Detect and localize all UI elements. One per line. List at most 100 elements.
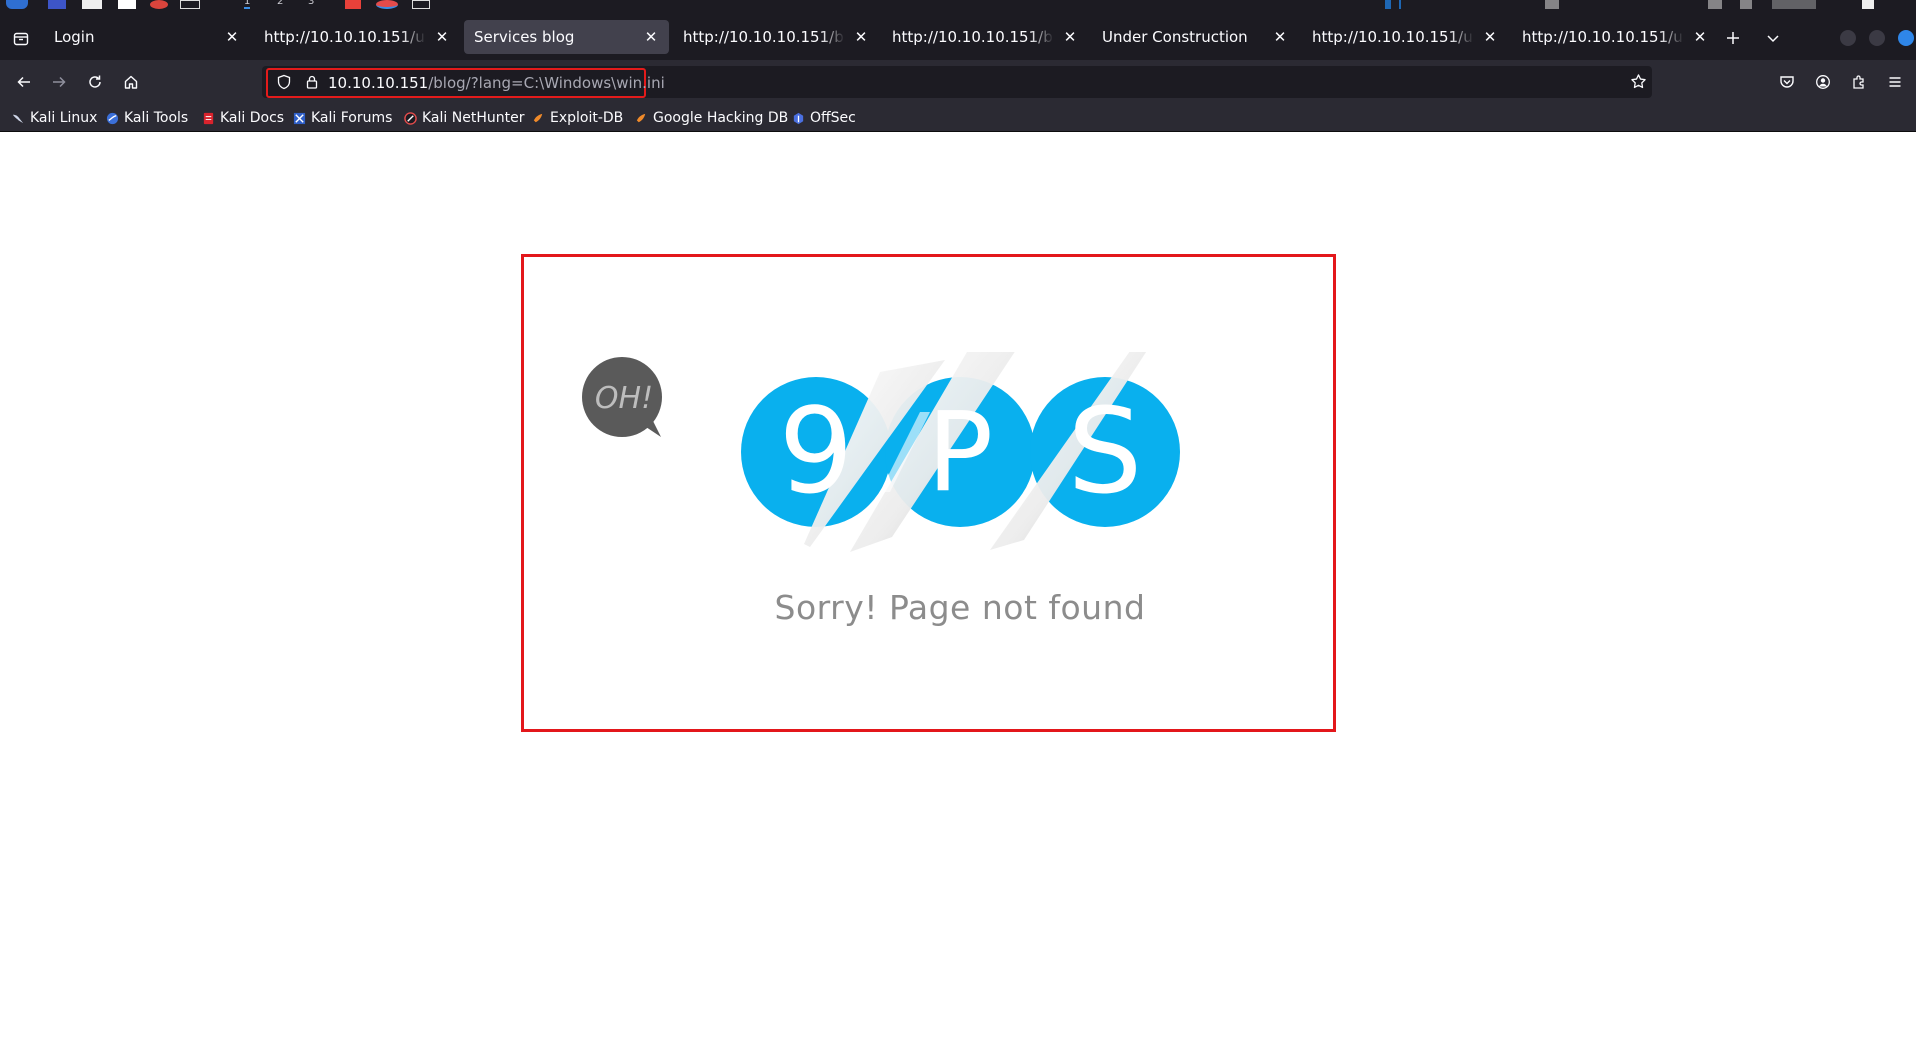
tab-title: Login	[54, 28, 95, 46]
close-icon[interactable]: ✕	[1272, 28, 1288, 46]
volume-icon	[1708, 0, 1722, 9]
bookmark-offsec[interactable]: OffSec	[792, 108, 856, 128]
close-icon[interactable]: ✕	[643, 28, 659, 46]
tab-user-index[interactable]: http://10.10.10.151/user/in ✕	[1512, 20, 1718, 54]
os-top-panel: 1 2 3	[0, 0, 1916, 12]
url-path: /blog/?lang=C:\Windows\win.ini	[428, 74, 665, 92]
logo-letter-9: 9	[778, 382, 853, 520]
tab-under-construction[interactable]: Under Construction ✕	[1092, 20, 1298, 54]
bookmark-kali-nethunter[interactable]: Kali NetHunter	[404, 108, 524, 128]
hamburger-menu-icon	[1889, 77, 1901, 87]
tab-title: http://10.10.10.151/user/lo	[1312, 28, 1474, 46]
workspace-2[interactable]: 2	[277, 0, 283, 7]
tab-title: http://10.10.10.151/blog/?l	[683, 28, 845, 46]
nethunter-icon	[404, 111, 417, 125]
tab-title: http://10.10.10.151/user/lo	[264, 28, 426, 46]
bookmarks-toolbar: Kali Linux Kali Tools Kali Docs Kali For…	[0, 104, 1916, 132]
bookmark-label: Kali Tools	[124, 110, 189, 126]
bookmark-label: Exploit-DB	[550, 110, 624, 126]
ghdb-icon	[636, 113, 646, 122]
terminal-taskbar-icon[interactable]	[180, 0, 200, 9]
kali-dragon-icon	[12, 114, 24, 123]
tab-services-blog[interactable]: Services blog ✕	[464, 20, 669, 54]
burp-taskbar-icon[interactable]	[345, 0, 361, 9]
tab-blog-lang-2[interactable]: http://10.10.10.151/blog/?l ✕	[882, 20, 1088, 54]
clock	[1772, 0, 1816, 9]
close-icon[interactable]: ✕	[1692, 28, 1708, 46]
close-icon[interactable]: ✕	[853, 28, 869, 46]
home-button[interactable]	[116, 68, 146, 96]
bookmark-star-icon[interactable]	[1630, 73, 1647, 90]
tab-user-login-1[interactable]: http://10.10.10.151/user/lo ✕	[254, 20, 460, 54]
extensions-button[interactable]	[1844, 68, 1874, 96]
bookmark-kali-forums[interactable]: Kali Forums	[293, 108, 392, 128]
bookmark-label: Kali Docs	[220, 110, 285, 126]
plus-icon	[1727, 32, 1739, 44]
close-window-button[interactable]	[1898, 30, 1914, 46]
account-icon	[1816, 75, 1830, 89]
9ps-logo: 9 P S	[741, 352, 1180, 552]
browser-taskbar-icon[interactable]	[150, 0, 168, 9]
error-message: Sorry! Page not found	[774, 588, 1146, 627]
bookmark-kali-tools[interactable]: Kali Tools	[106, 108, 188, 128]
workspace-3[interactable]: 3	[308, 0, 314, 7]
bookmark-label: Kali Forums	[311, 110, 393, 126]
bookmark-exploit-db[interactable]: Exploit-DB	[532, 108, 623, 128]
notifications-icon	[1740, 0, 1752, 9]
reload-button[interactable]	[80, 68, 110, 96]
lock-screen-icon[interactable]	[1862, 0, 1874, 9]
kali-tools-icon	[106, 112, 119, 124]
home-icon	[124, 75, 138, 89]
kali-menu-icon[interactable]	[6, 0, 28, 9]
close-icon[interactable]: ✕	[1482, 28, 1498, 46]
new-tab-button[interactable]	[1720, 25, 1746, 51]
tab-user-login-2[interactable]: http://10.10.10.151/user/lo ✕	[1302, 20, 1508, 54]
list-all-tabs-button[interactable]	[1760, 25, 1786, 51]
forward-button[interactable]	[44, 68, 74, 96]
tab-title: http://10.10.10.151/blog/?l	[892, 28, 1054, 46]
terminal-window-icon[interactable]	[412, 0, 430, 9]
logo-letter-p: P	[927, 388, 993, 516]
file-manager-icon[interactable]	[82, 0, 102, 9]
tab-login[interactable]: Login ✕	[44, 20, 250, 54]
kali-forums-icon	[293, 112, 306, 124]
bookmark-label: Kali Linux	[30, 110, 98, 126]
close-icon[interactable]: ✕	[224, 28, 240, 46]
back-button[interactable]	[9, 68, 39, 96]
firefox-view-button[interactable]	[8, 26, 34, 52]
cpu-graph	[1385, 0, 1525, 9]
chevron-down-icon	[1767, 35, 1779, 43]
bookmark-label: OffSec	[810, 110, 856, 126]
maximize-window-button[interactable]	[1869, 30, 1885, 46]
tab-title: Services blog	[474, 28, 575, 46]
url-host: 10.10.10.151	[328, 74, 429, 92]
bookmark-google-hacking-db[interactable]: Google Hacking DB	[635, 108, 788, 128]
offsec-icon	[793, 112, 804, 124]
text-editor-icon[interactable]	[118, 0, 136, 9]
tab-blog-lang-1[interactable]: http://10.10.10.151/blog/?l ✕	[673, 20, 879, 54]
url-text[interactable]: 10.10.10.151/blog/?lang=C:\Windows\win.i…	[328, 72, 665, 94]
network-icon	[1545, 0, 1559, 9]
tab-strip: Login ✕ http://10.10.10.151/user/lo ✕ Se…	[0, 12, 1916, 60]
tab-title: http://10.10.10.151/user/in	[1522, 28, 1684, 46]
app-menu-button[interactable]	[1880, 68, 1910, 96]
bookmark-kali-docs[interactable]: Kali Docs	[202, 108, 284, 128]
bookmark-label: Google Hacking DB	[653, 110, 789, 126]
kali-docs-icon	[203, 112, 214, 124]
desktop-icon[interactable]	[48, 0, 66, 9]
pocket-button[interactable]	[1772, 68, 1802, 96]
close-icon[interactable]: ✕	[434, 28, 450, 46]
logo-letter-s: S	[1068, 382, 1143, 520]
firefox-taskbar-icon[interactable]	[376, 0, 398, 9]
forward-arrow-icon	[53, 76, 66, 88]
back-arrow-icon	[17, 76, 30, 88]
exploit-db-icon	[533, 113, 543, 122]
puzzle-icon	[1853, 75, 1864, 89]
minimize-window-button[interactable]	[1840, 30, 1856, 46]
bookmark-kali-linux[interactable]: Kali Linux	[12, 108, 97, 128]
reload-icon	[89, 75, 101, 88]
account-button[interactable]	[1808, 68, 1838, 96]
close-icon[interactable]: ✕	[1062, 28, 1078, 46]
firefox-view-icon	[13, 32, 29, 46]
workspace-1[interactable]: 1	[244, 0, 251, 9]
